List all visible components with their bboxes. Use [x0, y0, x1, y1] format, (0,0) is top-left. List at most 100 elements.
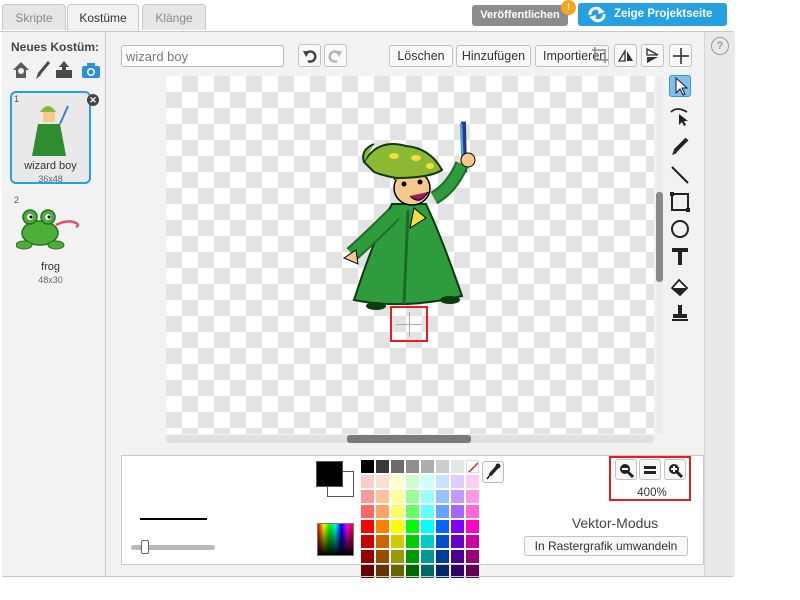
palette-swatch[interactable]: [421, 460, 434, 473]
palette-swatch[interactable]: [406, 535, 419, 548]
pencil-tool[interactable]: [669, 136, 691, 158]
project-page-button[interactable]: Zeige Projektseite: [578, 3, 727, 26]
line-tool[interactable]: [669, 164, 691, 186]
vertical-scroll-thumb[interactable]: [656, 192, 663, 282]
palette-swatch[interactable]: [466, 550, 479, 563]
set-center-button[interactable]: [669, 44, 692, 67]
palette-swatch[interactable]: [466, 475, 479, 488]
palette-swatch-transparent[interactable]: [466, 460, 479, 473]
palette-swatch[interactable]: [376, 490, 389, 503]
palette-swatch[interactable]: [451, 460, 464, 473]
delete-costume-icon[interactable]: ✕: [87, 94, 99, 106]
palette-swatch[interactable]: [421, 550, 434, 563]
eyedropper-icon: [486, 463, 501, 480]
ellipse-tool[interactable]: [669, 218, 691, 240]
palette-swatch[interactable]: [376, 505, 389, 518]
palette-swatch[interactable]: [451, 475, 464, 488]
palette-swatch[interactable]: [376, 460, 389, 473]
palette-swatch[interactable]: [361, 505, 374, 518]
zoom-reset-button[interactable]: [639, 459, 661, 480]
flip-vertical-button[interactable]: [641, 44, 664, 67]
palette-swatch[interactable]: [391, 520, 404, 533]
fill-tool[interactable]: [669, 277, 691, 299]
palette-swatch[interactable]: [421, 520, 434, 533]
flip-horizontal-button[interactable]: [614, 44, 637, 67]
palette-swatch[interactable]: [436, 475, 449, 488]
zoom-in-button[interactable]: [664, 459, 686, 480]
palette-swatch[interactable]: [376, 550, 389, 563]
palette-swatch[interactable]: [361, 550, 374, 563]
zoom-in-icon: [669, 463, 684, 478]
palette-swatch[interactable]: [406, 550, 419, 563]
palette-swatch[interactable]: [406, 520, 419, 533]
redo-button[interactable]: [324, 44, 347, 67]
rectangle-tool[interactable]: [669, 191, 691, 213]
palette-swatch[interactable]: [406, 490, 419, 503]
palette-swatch[interactable]: [466, 490, 479, 503]
text-tool[interactable]: [669, 245, 691, 267]
help-icon[interactable]: ?: [711, 37, 729, 55]
undo-button[interactable]: [298, 44, 321, 67]
palette-swatch[interactable]: [436, 520, 449, 533]
sprite-library-icon[interactable]: [11, 60, 31, 80]
palette-swatch[interactable]: [451, 520, 464, 533]
camera-icon[interactable]: [81, 60, 101, 80]
palette-swatch[interactable]: [436, 505, 449, 518]
palette-swatch[interactable]: [466, 505, 479, 518]
palette-swatch[interactable]: [451, 550, 464, 563]
horizontal-scroll-thumb[interactable]: [347, 435, 471, 443]
costume-name-input[interactable]: [121, 45, 284, 67]
palette-swatch[interactable]: [361, 475, 374, 488]
palette-swatch[interactable]: [361, 460, 374, 473]
palette-swatch[interactable]: [451, 505, 464, 518]
line-width-slider-knob[interactable]: [141, 540, 149, 554]
add-button[interactable]: Hinzufügen: [456, 45, 531, 67]
costume-center-marker[interactable]: [390, 306, 428, 342]
palette-swatch[interactable]: [421, 475, 434, 488]
eyedropper-button[interactable]: [482, 461, 504, 483]
primary-color-swatch[interactable]: [316, 461, 343, 487]
palette-swatch[interactable]: [361, 520, 374, 533]
publish-button[interactable]: Veröffentlichen: [472, 5, 568, 26]
palette-swatch[interactable]: [436, 535, 449, 548]
palette-swatch[interactable]: [406, 505, 419, 518]
palette-swatch[interactable]: [406, 475, 419, 488]
palette-swatch[interactable]: [436, 460, 449, 473]
wizard-boy-drawing[interactable]: [334, 118, 484, 314]
tab-scripts[interactable]: Skripte: [2, 4, 66, 30]
gradient-color-picker[interactable]: [317, 523, 354, 556]
palette-swatch[interactable]: [466, 535, 479, 548]
palette-swatch[interactable]: [376, 520, 389, 533]
palette-swatch[interactable]: [421, 505, 434, 518]
palette-swatch[interactable]: [421, 535, 434, 548]
palette-swatch[interactable]: [391, 490, 404, 503]
upload-icon[interactable]: [54, 60, 74, 80]
palette-swatch[interactable]: [451, 490, 464, 503]
palette-swatch[interactable]: [391, 475, 404, 488]
palette-swatch[interactable]: [376, 475, 389, 488]
palette-swatch[interactable]: [391, 535, 404, 548]
palette-swatch[interactable]: [436, 550, 449, 563]
palette-swatch[interactable]: [466, 520, 479, 533]
convert-to-bitmap-button[interactable]: In Rastergrafik umwandeln: [524, 536, 688, 556]
tab-sounds[interactable]: Klänge: [142, 4, 206, 30]
reshape-tool[interactable]: [669, 104, 691, 126]
select-tool[interactable]: [669, 75, 691, 97]
tab-costumes[interactable]: Kostüme: [67, 4, 139, 32]
palette-swatch[interactable]: [391, 550, 404, 563]
palette-swatch[interactable]: [451, 535, 464, 548]
frog-thumbnail[interactable]: [16, 205, 82, 253]
paint-brush-icon[interactable]: [33, 60, 53, 80]
palette-swatch[interactable]: [361, 535, 374, 548]
palette-swatch[interactable]: [436, 490, 449, 503]
clear-button[interactable]: Löschen: [389, 45, 453, 67]
palette-swatch[interactable]: [421, 490, 434, 503]
crop-button[interactable]: [588, 44, 611, 67]
palette-swatch[interactable]: [376, 535, 389, 548]
palette-swatch[interactable]: [391, 505, 404, 518]
palette-swatch[interactable]: [406, 460, 419, 473]
palette-swatch[interactable]: [361, 490, 374, 503]
zoom-out-button[interactable]: [615, 459, 637, 480]
palette-swatch[interactable]: [391, 460, 404, 473]
stamp-tool[interactable]: [669, 302, 691, 324]
